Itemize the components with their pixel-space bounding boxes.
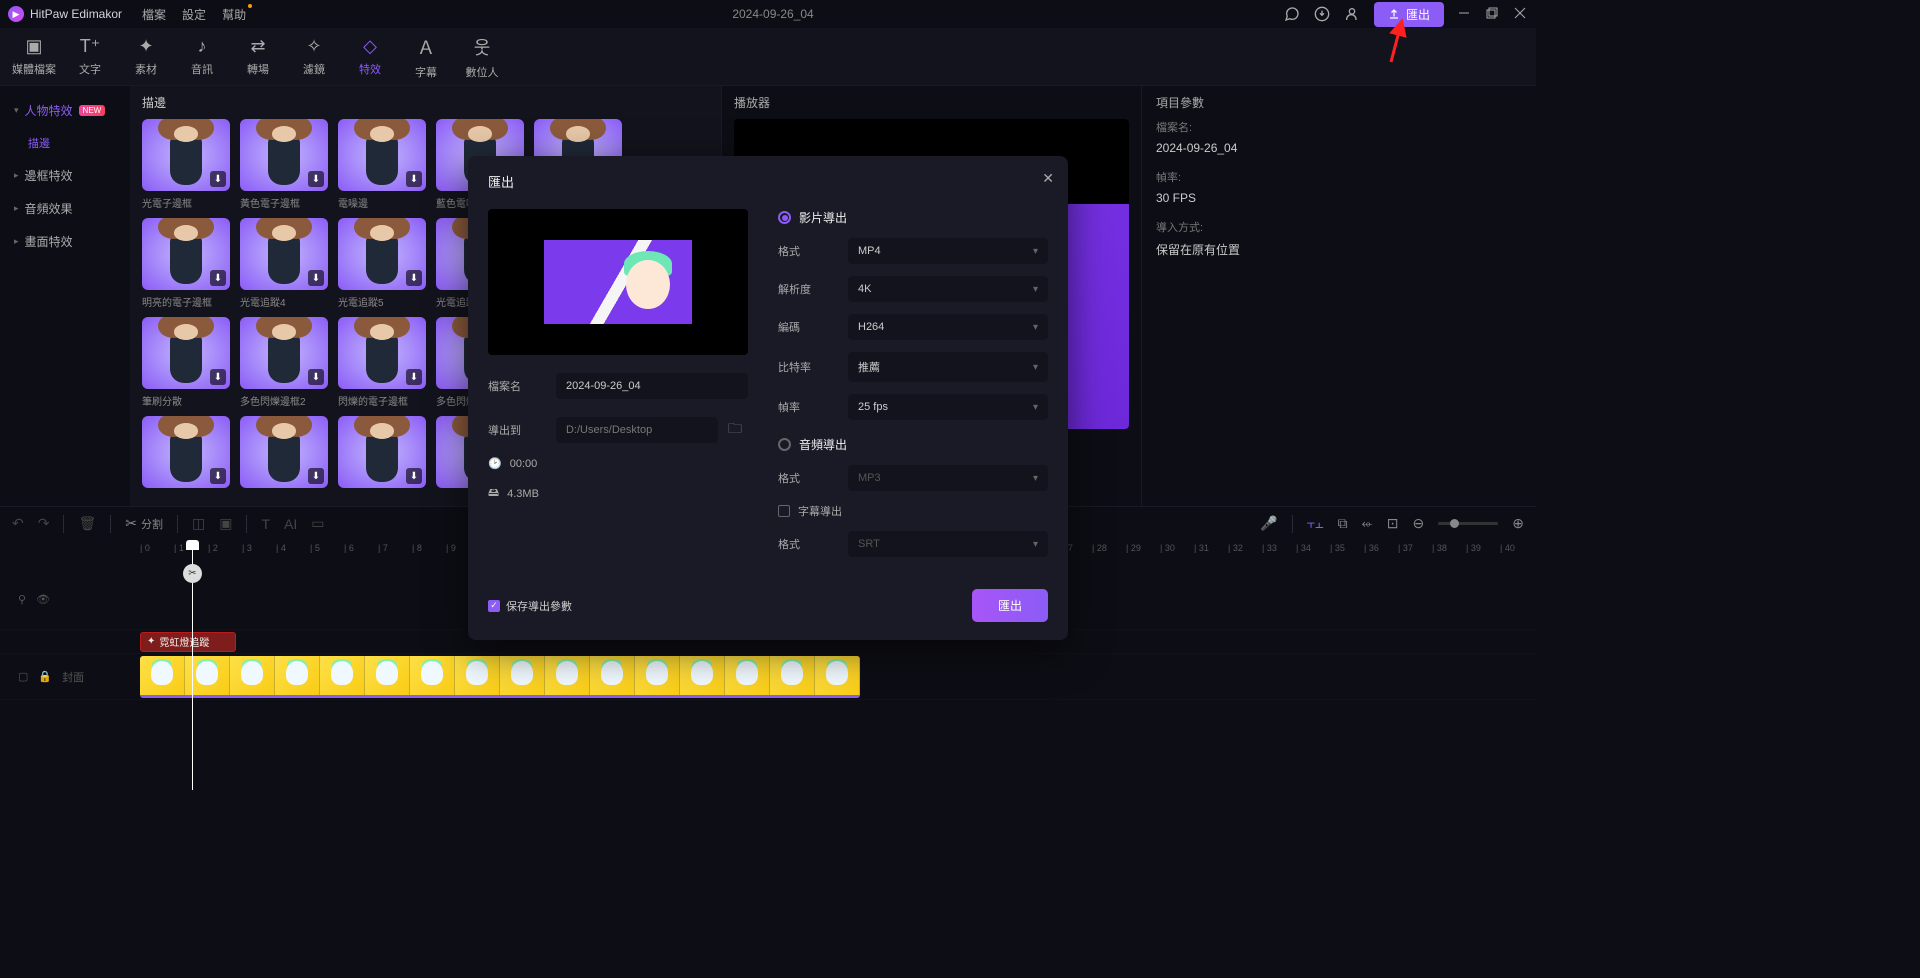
run-export-button[interactable]: 匯出 [972, 589, 1048, 622]
audio-export-radio[interactable] [778, 438, 791, 451]
save-params-checkbox[interactable]: ✓保存導出參數 [488, 598, 572, 614]
subtitle-format-select[interactable]: SRT▾ [848, 531, 1048, 557]
export-dest-input[interactable] [556, 417, 718, 443]
export-dialog: 匯出 ✕ 檔案名 導出到 🗀 🕑00:00 🖴4.3MB [468, 156, 1068, 640]
export-filename-input[interactable] [556, 373, 748, 399]
modal-overlay: 匯出 ✕ 檔案名 導出到 🗀 🕑00:00 🖴4.3MB [0, 0, 1536, 784]
fps-select[interactable]: 25 fps▾ [848, 394, 1048, 420]
disk-icon: 🖴 [488, 484, 499, 503]
video-export-radio[interactable] [778, 211, 791, 224]
bitrate-select[interactable]: 推薦▾ [848, 352, 1048, 382]
resolution-select[interactable]: 4K▾ [848, 276, 1048, 302]
codec-select[interactable]: H264▾ [848, 314, 1048, 340]
audio-format-select[interactable]: MP3▾ [848, 465, 1048, 491]
export-size: 4.3MB [507, 488, 539, 500]
browse-folder-icon[interactable]: 🗀 [728, 418, 742, 442]
export-duration: 00:00 [510, 458, 538, 470]
dialog-close-button[interactable]: ✕ [1042, 170, 1054, 187]
export-preview [488, 209, 748, 355]
subtitle-export-checkbox[interactable] [778, 505, 790, 517]
clock-icon: 🕑 [488, 457, 502, 470]
format-select[interactable]: MP4▾ [848, 238, 1048, 264]
dialog-title: 匯出 [488, 172, 1048, 191]
